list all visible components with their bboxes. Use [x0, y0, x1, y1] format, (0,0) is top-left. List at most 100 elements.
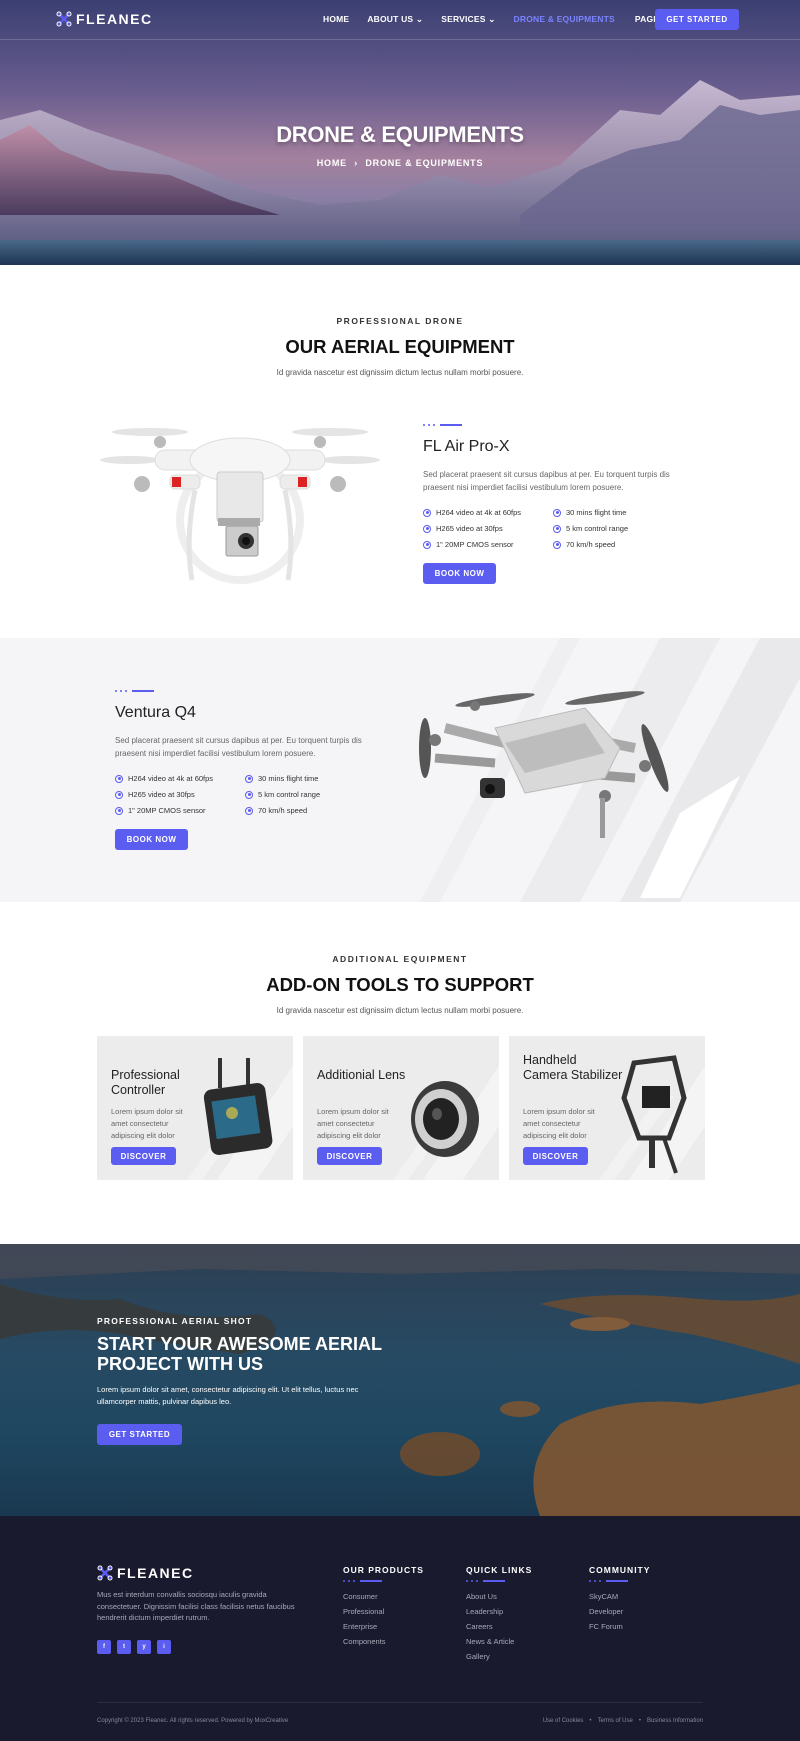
footer-col-community: COMMUNITY SkyCAM Developer FC Forum — [589, 1565, 650, 1637]
check-circle-icon — [553, 524, 561, 533]
controller-image — [203, 1058, 273, 1155]
card-desc: Lorem ipsum dolor sit amet consectetur a… — [523, 1107, 595, 1140]
feature-item: 70 km/h speed — [245, 806, 355, 815]
nav-item-home[interactable]: HOME — [323, 14, 349, 25]
legal-link-cookies[interactable]: Use of Cookies — [543, 1718, 584, 1724]
section-kicker: PROFESSIONAL DRONE — [336, 316, 464, 326]
product-card-fl-air-pro-x: FL Air Pro-X Sed placerat praesent sit c… — [423, 424, 673, 584]
footer-link[interactable]: Developer — [589, 1607, 650, 1616]
book-now-button[interactable]: BOOK NOW — [115, 829, 188, 850]
check-circle-icon — [245, 774, 253, 783]
drone-logo-icon — [97, 1565, 113, 1581]
footer-logo[interactable]: FLEANEC — [97, 1565, 194, 1581]
cta-get-started-button[interactable]: GET STARTED — [97, 1424, 182, 1445]
feature-item: 5 km control range — [553, 524, 663, 533]
cta-desc: Lorem ipsum dolor sit amet, consectetur … — [97, 1385, 359, 1406]
facebook-icon[interactable]: f — [97, 1640, 111, 1654]
coastline-background — [0, 1244, 800, 1516]
book-now-button[interactable]: BOOK NOW — [423, 563, 496, 584]
feature-item: 30 mins flight time — [553, 508, 663, 517]
card-desc: Lorem ipsum dolor sit amet consectetur a… — [111, 1107, 183, 1140]
nav-item-services[interactable]: SERVICES ⌄ — [441, 14, 495, 25]
product-desc: Sed placerat praesent sit cursus dapibus… — [115, 736, 362, 758]
addons-section-header: ADDITIONAL EQUIPMENT ADD-ON TOOLS TO SUP… — [0, 954, 800, 1015]
discover-button[interactable]: DISCOVER — [111, 1147, 176, 1165]
decor-line — [343, 1580, 424, 1582]
ventura-q4-section: Ventura Q4 Sed placerat praesent sit cur… — [0, 638, 800, 902]
instagram-icon[interactable]: i — [157, 1640, 171, 1654]
cta-title: START YOUR AWESOME AERIAL PROJECT WITH U… — [97, 1334, 382, 1374]
footer-divider — [97, 1702, 703, 1703]
ventura-q4-image — [419, 691, 669, 838]
section-subtitle: Id gravida nascetur est dignissim dictum… — [276, 1006, 524, 1015]
stabilizer-image — [621, 1055, 687, 1174]
footer-link[interactable]: Consumer — [343, 1592, 424, 1601]
legal-link-terms[interactable]: Terms of Use — [598, 1718, 633, 1724]
drone-logo-icon — [56, 11, 72, 27]
feature-item: 30 mins flight time — [245, 774, 355, 783]
addon-card-controller: Professional Controller Lorem ipsum dolo… — [97, 1036, 293, 1180]
breadcrumb: HOME › DRONE & EQUIPMENTS — [0, 158, 800, 168]
check-circle-icon — [553, 540, 561, 549]
legal-links: Use of Cookies • Terms of Use • Business… — [543, 1718, 703, 1724]
section-title: OUR AERIAL EQUIPMENT — [285, 336, 515, 357]
addon-card-stabilizer: Handheld Camera Stabilizer Lorem ipsum d… — [509, 1036, 705, 1180]
card-title: Professional Controller — [111, 1068, 180, 1097]
legal-link-business[interactable]: Business Information — [647, 1718, 703, 1724]
fl-air-pro-x-image — [100, 428, 380, 584]
feature-item: 70 km/h speed — [553, 540, 663, 549]
footer-col-quick-links: QUICK LINKS About Us Leadership Careers … — [466, 1565, 532, 1667]
discover-button[interactable]: DISCOVER — [523, 1147, 588, 1165]
cta-kicker: PROFESSIONAL AERIAL SHOT — [97, 1316, 253, 1326]
footer-link[interactable]: Careers — [466, 1622, 532, 1631]
page-title: DRONE & EQUIPMENTS — [276, 122, 524, 147]
nav-item-about[interactable]: ABOUT US ⌄ — [367, 14, 423, 25]
check-circle-icon — [245, 790, 253, 799]
nav-item-drone-equipments[interactable]: DRONE & EQUIPMENTS — [514, 14, 615, 25]
decor-line — [115, 690, 365, 692]
footer-link[interactable]: News & Article — [466, 1637, 532, 1646]
decor-line — [589, 1580, 650, 1582]
brand-name: FLEANEC — [76, 11, 153, 27]
footer-link[interactable]: Leadership — [466, 1607, 532, 1616]
aerial-section-header: PROFESSIONAL DRONE OUR AERIAL EQUIPMENT … — [0, 316, 800, 377]
feature-item: H264 video at 4k at 60fps — [115, 774, 245, 783]
card-title: Handheld Camera Stabilizer — [523, 1053, 623, 1082]
footer-link[interactable]: FC Forum — [589, 1622, 650, 1631]
feature-item: 1" 20MP CMOS sensor — [423, 540, 553, 549]
feature-item: 1" 20MP CMOS sensor — [115, 806, 245, 815]
check-circle-icon — [553, 508, 561, 517]
lens-image — [411, 1081, 479, 1157]
discover-button[interactable]: DISCOVER — [317, 1147, 382, 1165]
footer-link[interactable]: SkyCAM — [589, 1592, 650, 1601]
breadcrumb-current: DRONE & EQUIPMENTS — [365, 158, 484, 168]
decor-line — [466, 1580, 532, 1582]
breadcrumb-home[interactable]: HOME — [317, 158, 347, 168]
youtube-icon[interactable]: y — [137, 1640, 151, 1654]
nav-menu: HOME ABOUT US ⌄ SERVICES ⌄ DRONE & EQUIP… — [323, 14, 675, 25]
separator-dot: • — [589, 1718, 592, 1724]
check-circle-icon — [423, 508, 431, 517]
chevron-down-icon: ⌄ — [488, 14, 496, 24]
top-navbar: FLEANEC HOME ABOUT US ⌄ SERVICES ⌄ DRONE… — [0, 0, 800, 40]
brand-name: FLEANEC — [117, 1565, 194, 1581]
section-kicker: ADDITIONAL EQUIPMENT — [332, 954, 468, 964]
footer-link[interactable]: Components — [343, 1637, 424, 1646]
twitter-icon[interactable]: t — [117, 1640, 131, 1654]
feature-item: H265 video at 30fps — [423, 524, 553, 533]
check-circle-icon — [115, 774, 123, 783]
footer-link[interactable]: Gallery — [466, 1652, 532, 1661]
footer-link[interactable]: About Us — [466, 1592, 532, 1601]
feature-item: H264 video at 4k at 60fps — [423, 508, 553, 517]
footer-col-title: COMMUNITY — [589, 1565, 651, 1575]
brand-logo[interactable]: FLEANEC — [56, 11, 153, 27]
check-circle-icon — [423, 540, 431, 549]
feature-list: H264 video at 4k at 60fps 30 mins flight… — [115, 774, 365, 815]
footer-link[interactable]: Professional — [343, 1607, 424, 1616]
get-started-button[interactable]: GET STARTED — [655, 9, 739, 30]
chevron-right-icon: › — [354, 158, 359, 168]
footer-col-products: OUR PRODUCTS Consumer Professional Enter… — [343, 1565, 424, 1652]
card-title: Additionial Lens — [317, 1068, 406, 1082]
hero-section: FLEANEC HOME ABOUT US ⌄ SERVICES ⌄ DRONE… — [0, 0, 800, 265]
footer-link[interactable]: Enterprise — [343, 1622, 424, 1631]
